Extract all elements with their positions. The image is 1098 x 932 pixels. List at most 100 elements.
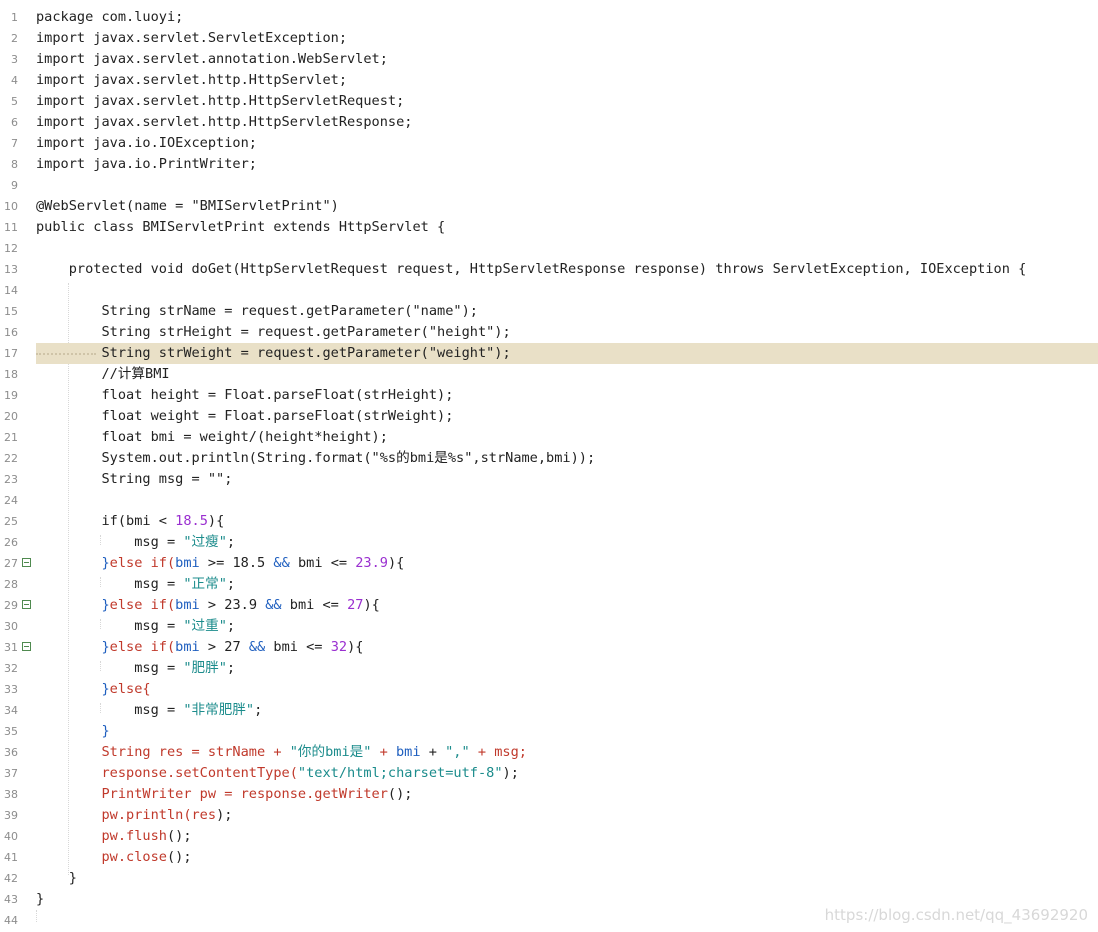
code-token: ){ <box>207 513 225 529</box>
code-token: } <box>36 639 110 655</box>
code-token: bmi <box>175 555 208 571</box>
code-token: (); <box>387 786 413 802</box>
code-text: String strName = request.getParameter("n… <box>36 303 478 319</box>
code-line[interactable]: 15 String strName = request.getParameter… <box>0 301 1098 322</box>
code-token: "text/html;charset=utf-8" <box>297 765 503 781</box>
code-line[interactable]: 4 import javax.servlet.http.HttpServlet; <box>0 70 1098 91</box>
code-line[interactable]: 41 pw.close(); <box>0 847 1098 868</box>
line-number: 15 <box>4 305 18 318</box>
line-number: 5 <box>11 95 18 108</box>
code-line[interactable]: 29 }else if(bmi > 23.9 && bmi <= 27){ <box>0 595 1098 616</box>
code-line[interactable]: 14 <box>0 280 1098 301</box>
code-token: msg = <box>36 702 184 718</box>
code-line[interactable]: 11 public class BMIServletPrint extends H… <box>0 217 1098 238</box>
code-line[interactable]: 19 float height = Float.parseFloat(strHe… <box>0 385 1098 406</box>
code-token: bmi <box>175 597 208 613</box>
code-line[interactable]: 6 import javax.servlet.http.HttpServletRe… <box>0 112 1098 133</box>
line-number: 13 <box>4 263 18 276</box>
code-token: String res = strName + <box>36 744 290 760</box>
code-line[interactable]: 1 package com.luoyi; <box>0 7 1098 28</box>
code-text: import java.io.PrintWriter; <box>36 156 257 172</box>
code-line[interactable]: 18 //计算BMI <box>0 364 1098 385</box>
code-token: "正常" <box>183 576 227 592</box>
code-text: float weight = Float.parseFloat(strWeigh… <box>36 408 454 424</box>
code-line[interactable]: 25 if(bmi < 18.5){ <box>0 511 1098 532</box>
code-text: System.out.println(String.format("%s的bmi… <box>36 450 596 466</box>
code-text: import javax.servlet.http.HttpServlet; <box>36 72 347 88</box>
code-text: PrintWriter pw = response.getWriter(); <box>36 784 412 805</box>
code-text: } <box>36 870 77 886</box>
code-line[interactable]: 17 String strWeight = request.getParamet… <box>0 343 1098 364</box>
code-text: import javax.servlet.http.HttpServletRes… <box>36 114 413 130</box>
code-line[interactable]: 36 String res = strName + "你的bmi是" + bmi… <box>0 742 1098 763</box>
code-text: }else{ <box>36 679 150 700</box>
code-token: bmi <box>395 744 429 760</box>
code-line[interactable]: 21 float bmi = weight/(height*height); <box>0 427 1098 448</box>
code-text: } <box>36 891 45 907</box>
code-line[interactable]: 42 } <box>0 868 1098 889</box>
line-number: 33 <box>4 683 18 696</box>
code-line[interactable]: 37 response.setContentType("text/html;ch… <box>0 763 1098 784</box>
code-line[interactable]: 27 }else if(bmi >= 18.5 && bmi <= 23.9){ <box>0 553 1098 574</box>
code-line[interactable]: 28 msg = "正常"; <box>0 574 1098 595</box>
code-text: } <box>36 721 109 742</box>
code-line[interactable]: 34 msg = "非常肥胖"; <box>0 700 1098 721</box>
code-line[interactable]: 9 <box>0 175 1098 196</box>
fold-collapse-icon[interactable] <box>22 558 31 567</box>
code-token: "," <box>445 744 470 760</box>
code-text: msg = "过重"; <box>36 616 235 637</box>
line-number: 19 <box>4 389 18 402</box>
code-line[interactable]: 3 import javax.servlet.annotation.WebServ… <box>0 49 1098 70</box>
code-line[interactable]: 31 }else if(bmi > 27 && bmi <= 32){ <box>0 637 1098 658</box>
code-line[interactable]: 30 msg = "过重"; <box>0 616 1098 637</box>
code-line[interactable]: 32 msg = "肥胖"; <box>0 658 1098 679</box>
fold-collapse-icon[interactable] <box>22 642 31 651</box>
line-number: 32 <box>4 662 18 675</box>
code-line[interactable]: 35 } <box>0 721 1098 742</box>
code-token: msg = <box>36 576 184 592</box>
code-line[interactable]: 26 msg = "过瘦"; <box>0 532 1098 553</box>
code-token: 32 <box>330 639 348 655</box>
code-line[interactable]: 10 @WebServlet(name = "BMIServletPrint") <box>0 196 1098 217</box>
code-text: }else if(bmi > 23.9 && bmi <= 27){ <box>36 595 379 616</box>
code-token: msg = <box>36 660 184 676</box>
line-number: 26 <box>4 536 18 549</box>
code-line[interactable]: 40 pw.flush(); <box>0 826 1098 847</box>
code-line[interactable]: 20 float weight = Float.parseFloat(strWe… <box>0 406 1098 427</box>
code-token: >= 18.5 <box>207 555 274 571</box>
code-line[interactable]: 39 pw.println(res); <box>0 805 1098 826</box>
code-line[interactable]: 23 String msg = ""; <box>0 469 1098 490</box>
line-number: 38 <box>4 788 18 801</box>
code-token: PrintWriter pw = response.getWriter <box>36 786 388 802</box>
code-token: } <box>36 681 110 697</box>
code-line[interactable]: 38 PrintWriter pw = response.getWriter()… <box>0 784 1098 805</box>
line-number: 8 <box>11 158 18 171</box>
code-text: float height = Float.parseFloat(strHeigh… <box>36 387 454 403</box>
code-token: ){ <box>347 639 364 655</box>
code-line[interactable]: 33 }else{ <box>0 679 1098 700</box>
line-number: 42 <box>4 872 18 885</box>
code-text: pw.println(res); <box>36 805 232 826</box>
code-line[interactable]: 5 import javax.servlet.http.HttpServletRe… <box>0 91 1098 112</box>
line-number: 6 <box>11 116 18 129</box>
code-token: 27 <box>347 597 364 613</box>
code-line[interactable]: 8 import java.io.PrintWriter; <box>0 154 1098 175</box>
fold-collapse-icon[interactable] <box>22 600 31 609</box>
code-token: + <box>428 744 446 760</box>
line-number: 43 <box>4 893 18 906</box>
code-text: String strWeight = request.getParameter(… <box>36 345 511 361</box>
code-line[interactable]: 12 <box>0 238 1098 259</box>
code-line[interactable]: 7 import java.io.IOException; <box>0 133 1098 154</box>
code-token: ; <box>226 660 236 676</box>
line-number: 20 <box>4 410 18 423</box>
code-line[interactable]: 24 <box>0 490 1098 511</box>
line-number: 12 <box>4 242 18 255</box>
code-line[interactable]: 2 import javax.servlet.ServletException; <box>0 28 1098 49</box>
code-line[interactable]: 22 System.out.println(String.format("%s的… <box>0 448 1098 469</box>
line-number: 22 <box>4 452 18 465</box>
code-editor[interactable]: 1 package com.luoyi; 2 import javax.servlet… <box>0 0 1098 932</box>
code-token: pw.flush <box>36 828 167 844</box>
code-line[interactable]: 16 String strHeight = request.getParamet… <box>0 322 1098 343</box>
line-number: 37 <box>4 767 18 780</box>
code-line[interactable]: 13 protected void doGet(HttpServletReque… <box>0 259 1098 280</box>
